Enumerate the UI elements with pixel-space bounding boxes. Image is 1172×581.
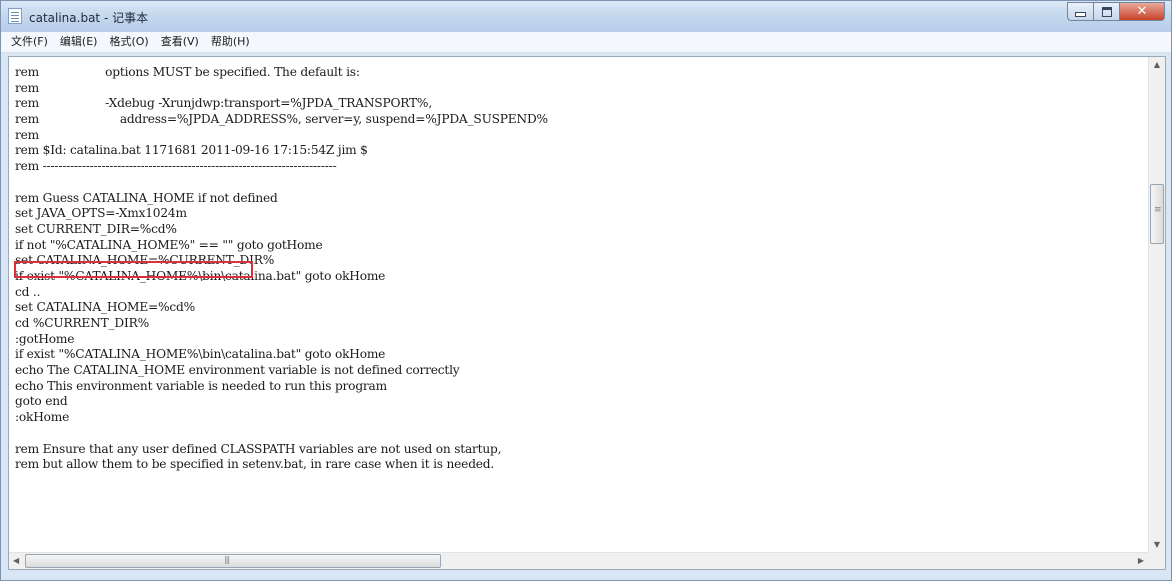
caption-buttons: ✕	[1067, 2, 1165, 22]
text-line[interactable]: set JAVA_OPTS=-Xmx1024m	[15, 206, 548, 222]
text-line[interactable]: rem	[15, 128, 548, 144]
scroll-up-icon[interactable]: ▲	[1149, 60, 1165, 69]
close-icon: ✕	[1136, 4, 1148, 19]
text-line[interactable]	[15, 175, 548, 191]
horizontal-scroll-thumb[interactable]	[25, 554, 441, 568]
notepad-window: catalina.bat - 记事本 ✕ 文件(F) 编辑(E) 格式(O) 查…	[0, 0, 1172, 581]
minimize-icon	[1075, 12, 1086, 17]
text-line[interactable]	[15, 426, 548, 442]
vertical-scrollbar[interactable]: ▲ ▼	[1148, 57, 1165, 552]
minimize-button[interactable]	[1067, 2, 1094, 21]
close-button[interactable]: ✕	[1120, 2, 1165, 21]
maximize-button[interactable]	[1094, 2, 1120, 21]
text-line[interactable]: :okHome	[15, 410, 548, 426]
text-line[interactable]: if exist "%CATALINA_HOME%\bin\catalina.b…	[15, 347, 548, 363]
maximize-icon	[1101, 6, 1112, 17]
menu-help[interactable]: 帮助(H)	[205, 32, 256, 52]
text-line[interactable]: echo This environment variable is needed…	[15, 379, 548, 395]
text-line[interactable]: rem $Id: catalina.bat 1171681 2011-09-16…	[15, 143, 548, 159]
window-title: catalina.bat - 记事本	[29, 11, 149, 25]
text-line[interactable]: echo The CATALINA_HOME environment varia…	[15, 363, 548, 379]
text-line[interactable]: if exist "%CATALINA_HOME%\bin\catalina.b…	[15, 269, 548, 285]
text-line[interactable]: rem but allow them to be specified in se…	[15, 457, 548, 473]
menu-file[interactable]: 文件(F)	[1, 32, 54, 52]
text-line[interactable]: rem ------------------------------------…	[15, 159, 548, 175]
editor-lines[interactable]: rem options MUST be specified. The defau…	[15, 65, 548, 473]
notepad-icon	[8, 8, 22, 24]
scroll-down-icon[interactable]: ▼	[1149, 540, 1165, 549]
text-line[interactable]: rem address=%JPDA_ADDRESS%, server=y, su…	[15, 112, 548, 128]
text-line[interactable]: rem options MUST be specified. The defau…	[15, 65, 548, 81]
menu-format[interactable]: 格式(O)	[103, 32, 154, 52]
text-area[interactable]: rem options MUST be specified. The defau…	[9, 57, 1148, 552]
text-line[interactable]: if not "%CATALINA_HOME%" == "" goto gotH…	[15, 238, 548, 254]
text-line[interactable]: rem -Xdebug -Xrunjdwp:transport=%JPDA_TR…	[15, 96, 548, 112]
vertical-scroll-thumb[interactable]	[1150, 184, 1164, 244]
horizontal-scrollbar[interactable]: ◀ ▶	[9, 552, 1148, 569]
title-bar[interactable]: catalina.bat - 记事本 ✕	[1, 1, 1171, 32]
menu-view[interactable]: 查看(V)	[155, 32, 205, 52]
text-editor[interactable]: rem options MUST be specified. The defau…	[8, 56, 1166, 570]
text-line[interactable]: cd %CURRENT_DIR%	[15, 316, 548, 332]
text-line[interactable]: rem Guess CATALINA_HOME if not defined	[15, 191, 548, 207]
text-line[interactable]: set CATALINA_HOME=%cd%	[15, 300, 548, 316]
text-line[interactable]: set CURRENT_DIR=%cd%	[15, 222, 548, 238]
menu-bar: 文件(F) 编辑(E) 格式(O) 查看(V) 帮助(H)	[1, 32, 1171, 53]
text-line[interactable]: rem	[15, 81, 548, 97]
text-line[interactable]: set CATALINA_HOME=%CURRENT_DIR%	[15, 253, 548, 269]
text-line[interactable]: rem Ensure that any user defined CLASSPA…	[15, 442, 548, 458]
scroll-right-icon[interactable]: ▶	[1138, 556, 1144, 565]
text-line[interactable]: cd ..	[15, 285, 548, 301]
text-line[interactable]: :gotHome	[15, 332, 548, 348]
text-line[interactable]: goto end	[15, 394, 548, 410]
menu-edit[interactable]: 编辑(E)	[54, 32, 104, 52]
scrollbar-corner	[1148, 552, 1165, 569]
scroll-left-icon[interactable]: ◀	[13, 556, 19, 565]
